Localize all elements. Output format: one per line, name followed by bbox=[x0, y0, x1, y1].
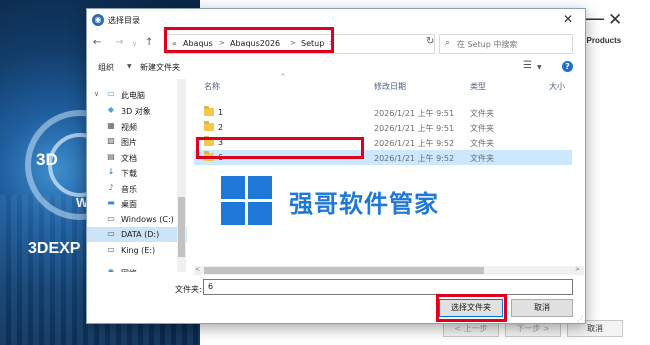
file-type: 文件夹 bbox=[470, 154, 494, 163]
nav-item-icon: ▭ bbox=[107, 245, 115, 254]
folder-field-label: 文件夹: bbox=[175, 285, 202, 294]
file-date: 2026/1/21 上午 9:52 bbox=[374, 154, 455, 163]
up-arrow-icon[interactable]: ↑ bbox=[145, 37, 153, 48]
column-header-date[interactable]: 修改日期 bbox=[374, 81, 406, 92]
file-name: 2 bbox=[218, 123, 224, 132]
dialog-titlebar: ◉ 选择目录 ✕ bbox=[87, 9, 585, 31]
watermark-text: 强哥软件管家 bbox=[289, 190, 439, 218]
scrollbar-thumb[interactable] bbox=[178, 197, 185, 257]
nav-item[interactable]: ▦ 视频 bbox=[87, 119, 187, 134]
expand-chevron-icon[interactable]: ∨ bbox=[94, 90, 99, 98]
banner-brand-text: 3DEXP bbox=[28, 240, 81, 257]
windows-logo-icon bbox=[221, 176, 272, 225]
file-type: 文件夹 bbox=[470, 124, 494, 133]
nav-item[interactable]: ▤ 文档 bbox=[87, 150, 187, 165]
nav-item-label: 音乐 bbox=[121, 185, 137, 194]
nav-item-label: 文档 bbox=[121, 154, 137, 163]
watermark: 强哥软件管家 bbox=[221, 176, 466, 226]
file-row[interactable]: 2 2026/1/21 上午 9:51 文件夹 bbox=[194, 120, 572, 135]
search-input[interactable]: ⌕ 在 Setup 中搜索 bbox=[439, 34, 573, 54]
nav-item[interactable]: ◆ 3D 对象 bbox=[87, 103, 187, 118]
folder-picker-icon: ◉ bbox=[92, 14, 104, 26]
file-list-horizontal-scrollbar[interactable]: < > bbox=[194, 266, 584, 275]
file-type: 文件夹 bbox=[470, 109, 494, 118]
back-arrow-icon[interactable]: ← bbox=[93, 37, 101, 48]
view-options-icon[interactable]: ☰ bbox=[523, 60, 532, 71]
recent-locations-chevron-icon[interactable]: ∨ bbox=[132, 40, 137, 48]
column-header-name[interactable]: 名称 bbox=[204, 81, 220, 92]
search-placeholder: 在 Setup 中搜索 bbox=[457, 40, 518, 49]
nav-item[interactable]: ↓ 下载 bbox=[87, 165, 187, 180]
new-folder-button[interactable]: 新建文件夹 bbox=[140, 62, 180, 73]
select-button-highlight-box bbox=[436, 294, 507, 322]
address-highlight-box bbox=[164, 27, 334, 53]
column-header-size[interactable]: 大小 bbox=[549, 81, 565, 92]
nav-item-icon: ▭ bbox=[107, 214, 115, 223]
organize-dropdown-icon[interactable]: ▼ bbox=[127, 63, 132, 70]
search-icon: ⌕ bbox=[445, 38, 451, 48]
sort-ascending-icon: ^ bbox=[280, 73, 286, 81]
nav-item[interactable]: ▨ 图片 bbox=[87, 134, 187, 149]
nav-item-icon: ♪ bbox=[108, 183, 114, 192]
column-header-type[interactable]: 类型 bbox=[470, 81, 486, 92]
file-date: 2026/1/21 上午 9:52 bbox=[374, 139, 455, 148]
navigation-pane-scrollbar[interactable] bbox=[177, 79, 186, 272]
dialog-close-button[interactable]: ✕ bbox=[563, 12, 573, 26]
view-dropdown-icon[interactable]: ▼ bbox=[537, 64, 542, 71]
nav-item[interactable]: ∨ ▭ 此电脑 bbox=[87, 87, 187, 102]
nav-item-icon: ▭ bbox=[107, 229, 115, 238]
forward-arrow-icon[interactable]: → bbox=[115, 37, 123, 48]
nav-item-label: 桌面 bbox=[121, 200, 137, 209]
nav-item[interactable]: ♪ 音乐 bbox=[87, 181, 187, 196]
nav-item-icon: ▦ bbox=[107, 121, 115, 130]
folder-icon bbox=[204, 106, 214, 116]
banner-3d-logo: 3D bbox=[36, 150, 58, 169]
file-date: 2026/1/21 上午 9:51 bbox=[374, 109, 455, 118]
nav-item-icon: ▭ bbox=[107, 89, 115, 98]
file-list: ^ 名称 修改日期 类型 大小 1 2026/1/21 上午 9:51 文件夹 2 20… bbox=[194, 71, 584, 271]
nav-item[interactable]: ▭ Windows (C:) bbox=[87, 212, 187, 227]
scrollbar-thumb[interactable] bbox=[204, 267, 484, 274]
nav-item-icon: ▤ bbox=[107, 152, 115, 161]
cancel-button[interactable]: 取消 bbox=[511, 299, 573, 317]
select-folder-dialog: ◉ 选择目录 ✕ ← → ∨ ↑ « Abaqus > Abaqus2026 >… bbox=[86, 8, 586, 324]
scroll-left-icon[interactable]: < bbox=[195, 266, 200, 273]
nav-item-icon: ▨ bbox=[107, 136, 115, 145]
nav-item-icon: ◆ bbox=[107, 105, 115, 114]
nav-item-label: 网络 bbox=[121, 268, 137, 272]
nav-item-icon: ↓ bbox=[107, 167, 115, 176]
nav-item[interactable]: ▭ King (E:) bbox=[87, 243, 187, 258]
scroll-right-icon[interactable]: > bbox=[575, 266, 580, 273]
nav-item-label: DATA (D:) bbox=[121, 230, 160, 239]
nav-item-label: King (E:) bbox=[121, 246, 156, 255]
installer-minimize-button[interactable]: — bbox=[585, 6, 605, 30]
refresh-icon[interactable]: ↻ bbox=[426, 36, 434, 47]
file-name: 1 bbox=[218, 108, 224, 117]
file-type: 文件夹 bbox=[470, 139, 494, 148]
folder-name-input[interactable]: 6 bbox=[203, 279, 573, 295]
dialog-title: 选择目录 bbox=[108, 16, 140, 25]
file-date: 2026/1/21 上午 9:51 bbox=[374, 124, 455, 133]
nav-item-label: Windows (C:) bbox=[121, 215, 174, 224]
nav-item-label: 此电脑 bbox=[121, 91, 145, 100]
organize-menu[interactable]: 组织 bbox=[98, 62, 114, 73]
nav-item-label: 下载 bbox=[121, 169, 137, 178]
resize-grip-icon[interactable]: ⋰ bbox=[577, 315, 584, 323]
installer-close-button[interactable]: ✕ bbox=[608, 10, 622, 30]
folder-icon bbox=[204, 121, 214, 131]
nav-item-icon: ◉ bbox=[107, 267, 115, 272]
nav-item[interactable]: ▭ DATA (D:) bbox=[87, 227, 187, 242]
nav-item-label: 图片 bbox=[121, 138, 137, 147]
file-row[interactable]: 1 2026/1/21 上午 9:51 文件夹 bbox=[194, 105, 572, 120]
nav-item-label: 视频 bbox=[121, 123, 137, 132]
navigation-pane: ∨ ▭ 此电脑 ◆ 3D 对象 ▦ 视频 ▨ 图片 ▤ 文档 ↓ 下载 ♪ 音乐 ▬ 桌面 ▭ Windows (C… bbox=[87, 79, 188, 272]
selected-folder-highlight-box bbox=[196, 137, 364, 159]
navigation-bar: ← → ∨ ↑ « Abaqus > Abaqus2026 > Setup > … bbox=[87, 33, 585, 55]
nav-item[interactable]: ▬ 桌面 bbox=[87, 196, 187, 211]
nav-item-icon: ▬ bbox=[107, 198, 115, 207]
nav-item-label: 3D 对象 bbox=[121, 107, 151, 116]
nav-item[interactable]: ◉ 网络 bbox=[87, 265, 187, 272]
